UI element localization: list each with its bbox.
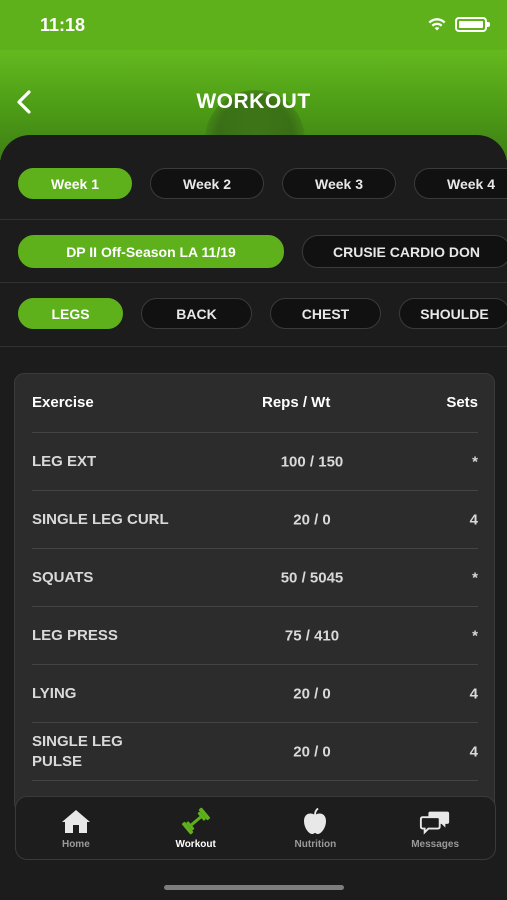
exercise-sets: * bbox=[472, 627, 478, 644]
exercise-sets: * bbox=[472, 453, 478, 470]
battery-icon bbox=[455, 16, 490, 32]
exercise-name: SQUATS bbox=[32, 568, 94, 586]
day-chip-legs[interactable]: LEGS bbox=[18, 298, 123, 329]
home-icon bbox=[60, 807, 92, 835]
exercise-reps-wt: 20 / 0 bbox=[293, 743, 331, 760]
week-chip-2[interactable]: Week 2 bbox=[150, 168, 264, 199]
exercise-reps-wt: 100 / 150 bbox=[280, 453, 344, 470]
exercise-name: LEG EXT bbox=[32, 452, 97, 470]
exercise-name: LEG PRESS bbox=[32, 626, 118, 644]
day-selector: LEGS BACK CHEST SHOULDE bbox=[0, 298, 507, 329]
bottom-tab-bar: Home Workout Nutrition Messages bbox=[15, 796, 496, 860]
exercise-name: SINGLE LEG PULSE bbox=[32, 732, 123, 770]
week-chip-1[interactable]: Week 1 bbox=[18, 168, 132, 199]
tab-label: Workout bbox=[175, 838, 216, 850]
day-chip-chest[interactable]: CHEST bbox=[270, 298, 381, 329]
exercise-sets: 4 bbox=[469, 511, 478, 528]
chat-bubbles-icon bbox=[419, 807, 451, 835]
exercise-reps-wt: 75 / 410 bbox=[284, 627, 340, 644]
day-chip-shoulders[interactable]: SHOULDE bbox=[399, 298, 507, 329]
column-header-sets: Sets bbox=[446, 394, 478, 411]
wifi-icon bbox=[428, 18, 446, 31]
exercise-reps-wt: 20 / 0 bbox=[293, 685, 331, 702]
exercise-sets: * bbox=[472, 569, 478, 586]
table-row[interactable]: SQUATS 50 / 5045 * bbox=[32, 549, 478, 607]
status-bar: 11:18 bbox=[0, 0, 507, 50]
divider bbox=[0, 282, 507, 283]
week-chip-3[interactable]: Week 3 bbox=[282, 168, 396, 199]
day-chip-back[interactable]: BACK bbox=[141, 298, 252, 329]
tab-label: Home bbox=[61, 838, 90, 850]
exercise-sets: 4 bbox=[469, 685, 478, 702]
exercise-table: Exercise Reps / Wt Sets LEG EXT 100 / 15… bbox=[14, 373, 495, 813]
status-icons bbox=[427, 16, 490, 32]
tab-label: Nutrition bbox=[294, 838, 337, 850]
exercise-sets: 4 bbox=[469, 743, 478, 760]
table-row[interactable]: SINGLE LEG PULSE 20 / 0 4 bbox=[32, 723, 478, 781]
apple-icon bbox=[299, 807, 331, 835]
program-selector: DP II Off-Season LA 11/19 CRUSIE CARDIO … bbox=[0, 235, 507, 268]
program-chip-2[interactable]: CRUSIE CARDIO DON bbox=[302, 235, 507, 268]
program-chip-1[interactable]: DP II Off-Season LA 11/19 bbox=[18, 235, 284, 268]
dumbbell-icon bbox=[180, 807, 212, 835]
week-chip-4[interactable]: Week 4 bbox=[414, 168, 507, 199]
exercise-reps-wt: 50 / 5045 bbox=[280, 569, 344, 586]
tab-messages[interactable]: Messages bbox=[375, 797, 495, 859]
status-time: 11:18 bbox=[40, 15, 86, 35]
tab-nutrition[interactable]: Nutrition bbox=[256, 797, 376, 859]
tab-home[interactable]: Home bbox=[16, 797, 136, 859]
page-title: WORKOUT bbox=[196, 90, 311, 113]
table-row[interactable]: LYING 20 / 0 4 bbox=[32, 665, 478, 723]
divider bbox=[0, 346, 507, 347]
table-row[interactable]: LEG EXT 100 / 150 * bbox=[32, 433, 478, 491]
tab-label: Messages bbox=[411, 838, 460, 850]
table-row[interactable]: SINGLE LEG CURL 20 / 0 4 bbox=[32, 491, 478, 549]
column-header-exercise: Exercise bbox=[32, 394, 94, 411]
exercise-name: LYING bbox=[32, 684, 77, 702]
divider bbox=[0, 219, 507, 220]
column-header-reps-wt: Reps / Wt bbox=[262, 394, 331, 411]
content-sheet: Week 1 Week 2 Week 3 Week 4 DP II Off-Se… bbox=[0, 135, 507, 900]
exercise-name: SINGLE LEG CURL bbox=[32, 510, 169, 528]
tab-workout[interactable]: Workout bbox=[136, 797, 256, 859]
home-indicator bbox=[164, 885, 344, 890]
table-header: Exercise Reps / Wt Sets bbox=[32, 374, 478, 433]
exercise-reps-wt: 20 / 0 bbox=[293, 511, 331, 528]
table-row[interactable]: LEG PRESS 75 / 410 * bbox=[32, 607, 478, 665]
week-selector: Week 1 Week 2 Week 3 Week 4 bbox=[0, 168, 507, 199]
